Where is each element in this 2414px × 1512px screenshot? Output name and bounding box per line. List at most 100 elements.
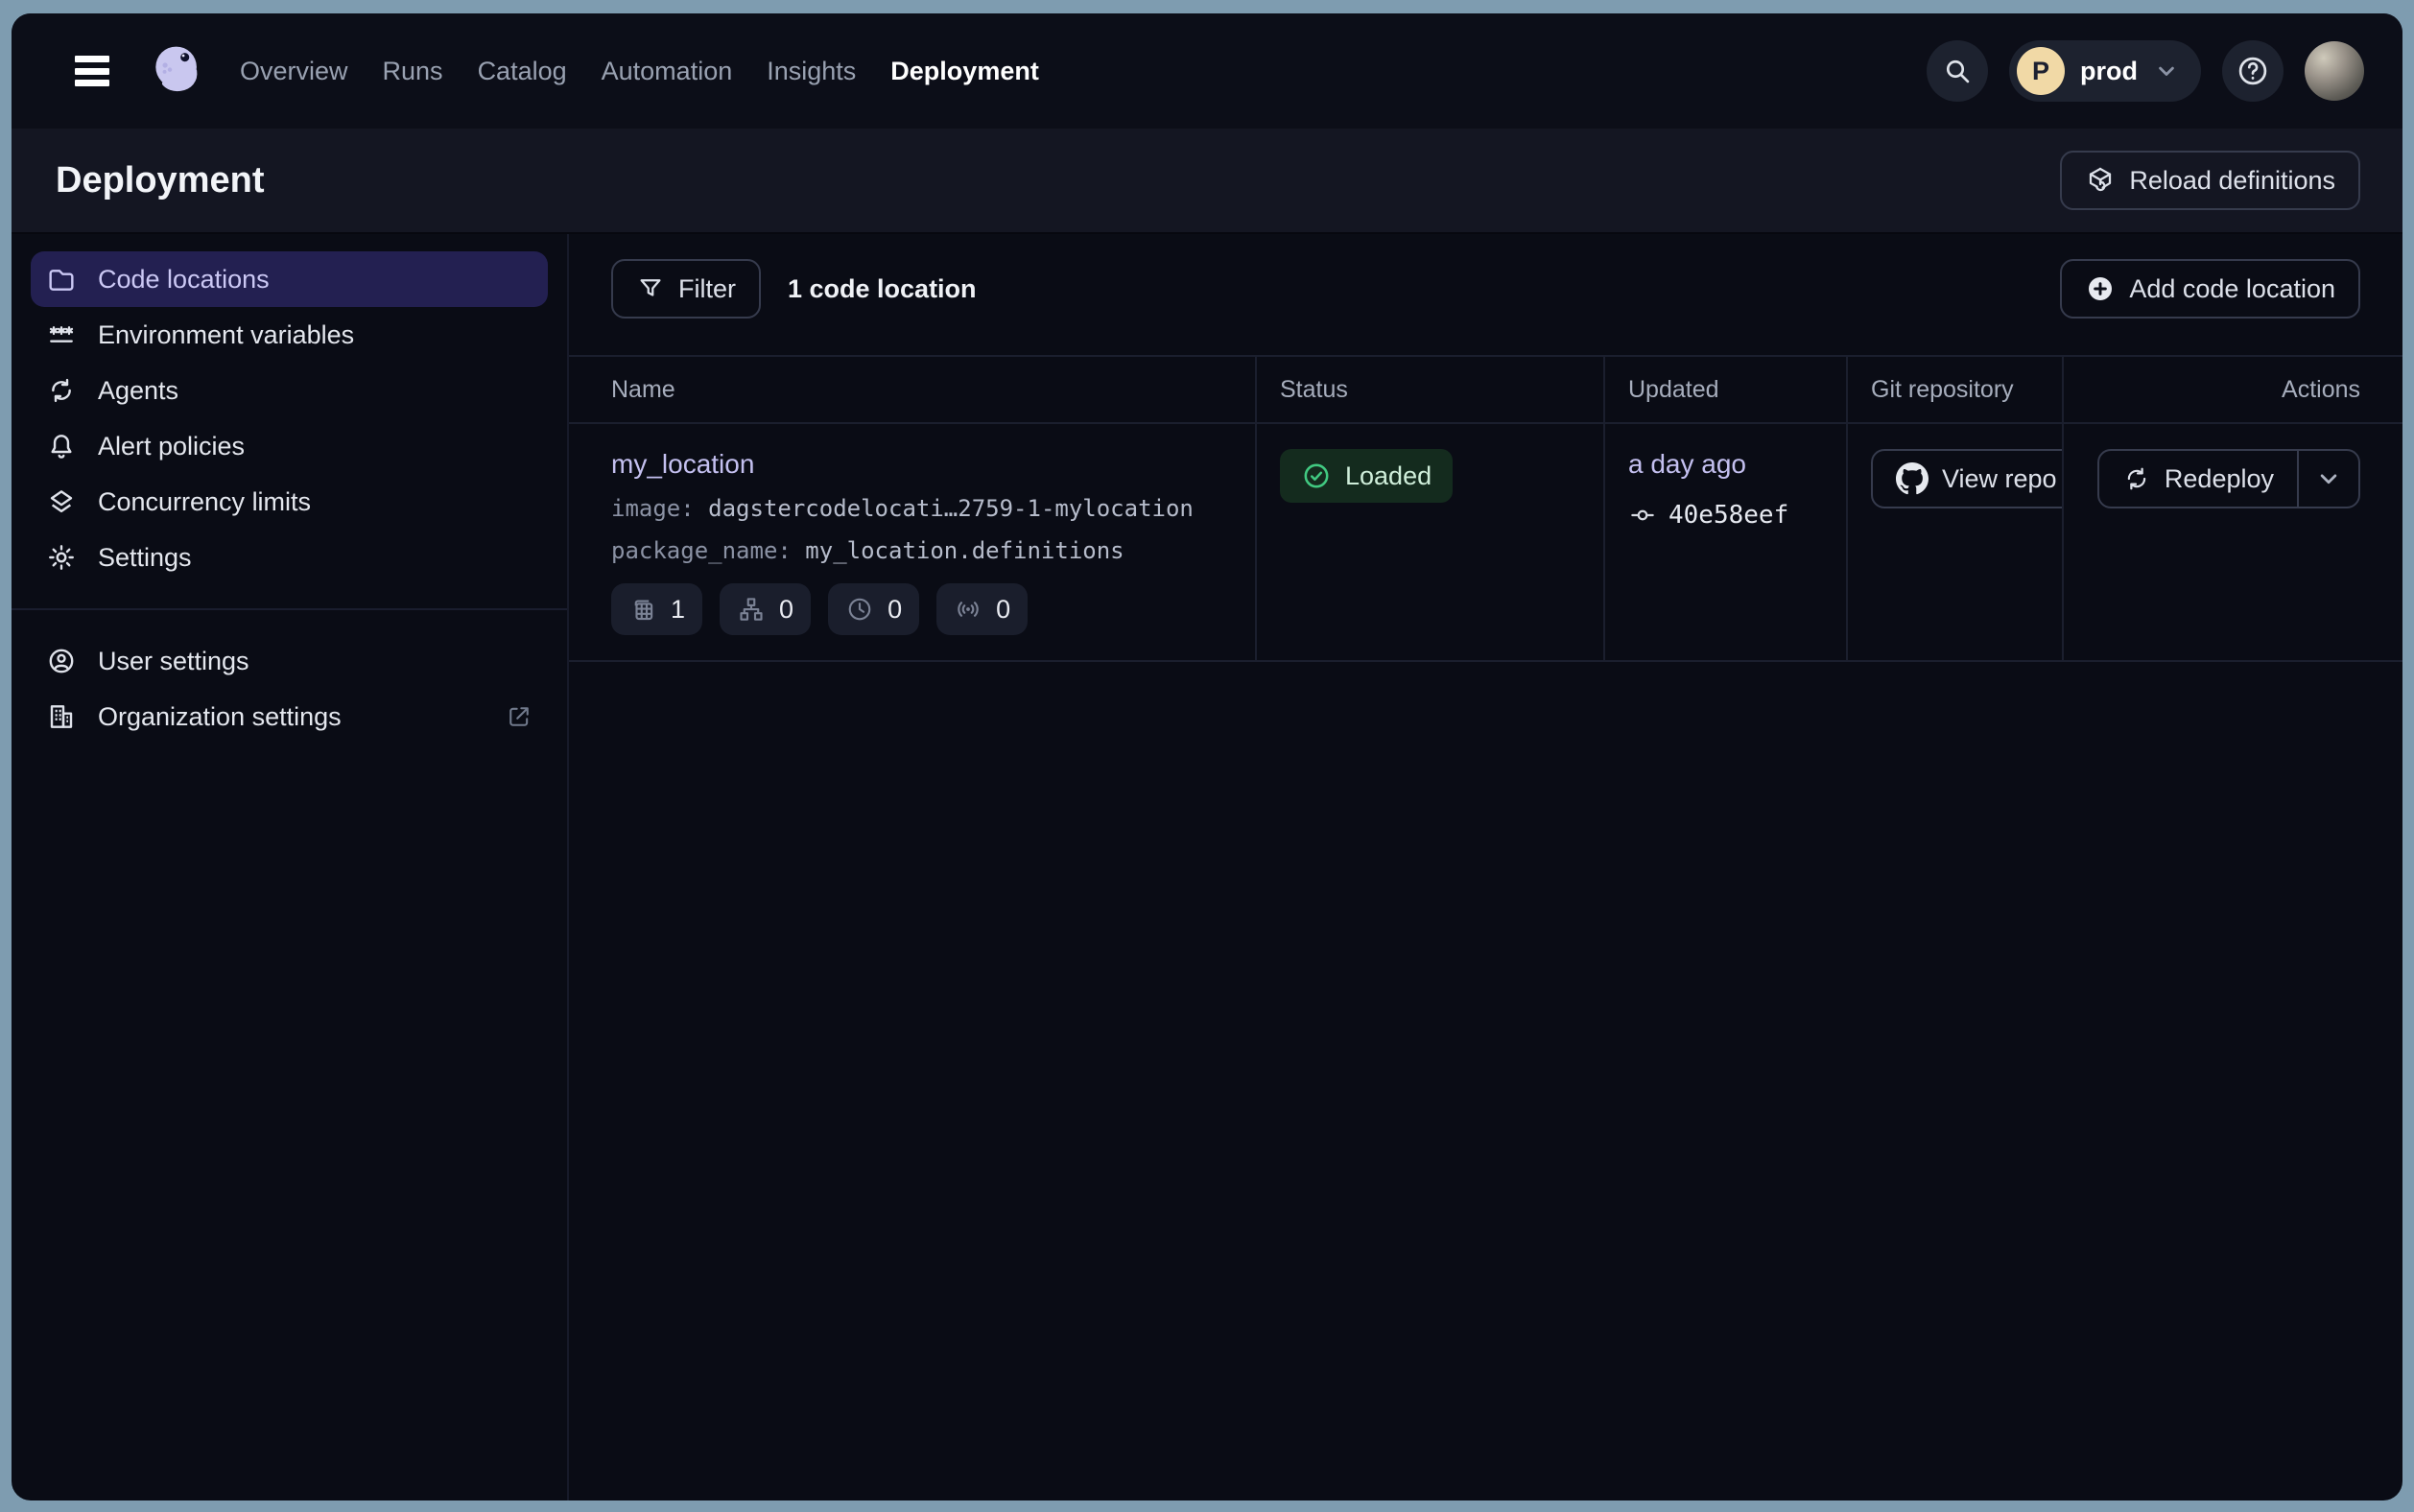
toolbar: Filter 1 code location Add code location <box>611 259 2360 319</box>
nav-item-deployment[interactable]: Deployment <box>890 57 1039 86</box>
code-location-count: 1 code location <box>788 274 977 304</box>
chevron-down-icon <box>2314 464 2343 493</box>
sidebar-item-label: Settings <box>98 543 192 573</box>
sidebar-item-label: Code locations <box>98 265 270 295</box>
plus-circle-icon <box>2085 273 2116 304</box>
table-header-row: Name Status Updated Git repository Actio… <box>569 357 2402 424</box>
search-button[interactable] <box>1927 40 1988 102</box>
sidebar-item-user-settings[interactable]: User settings <box>31 633 548 689</box>
sidebar-item-label: Concurrency limits <box>98 487 311 517</box>
image-value: dagstercodelocati…2759-1-mylocation <box>708 495 1194 522</box>
primary-nav: Overview Runs Catalog Automation Insight… <box>240 57 1039 86</box>
nav-item-automation[interactable]: Automation <box>602 57 733 86</box>
filter-funnel-icon <box>636 274 665 303</box>
external-link-icon <box>506 703 532 730</box>
environment-switcher[interactable]: P prod <box>2009 40 2201 102</box>
nav-item-catalog[interactable]: Catalog <box>478 57 567 86</box>
redeploy-split-button: Redeploy <box>2097 449 2360 508</box>
help-button[interactable] <box>2222 40 2284 102</box>
sidebar-item-label: Agents <box>98 376 178 406</box>
image-label: image: <box>611 495 695 522</box>
column-header-actions: Actions <box>2064 357 2402 422</box>
definition-counts: 1 0 <box>611 583 1232 635</box>
package-label: package_name: <box>611 537 792 564</box>
dagster-logo-icon[interactable] <box>146 39 209 103</box>
sidebar-item-environment-variables[interactable]: Environment variables <box>31 307 548 363</box>
column-header-git-repository: Git repository <box>1848 357 2064 422</box>
nav-item-runs[interactable]: Runs <box>383 57 443 86</box>
main-content: Filter 1 code location Add code location… <box>569 234 2402 1500</box>
assets-count-chip[interactable]: 1 <box>611 583 702 635</box>
sidebar-item-label: User settings <box>98 647 249 676</box>
cell-name: my_location image: dagstercodelocati…275… <box>569 424 1257 660</box>
add-code-location-button[interactable]: Add code location <box>2060 259 2360 319</box>
sensors-count: 0 <box>996 595 1010 625</box>
top-nav: Overview Runs Catalog Automation Insight… <box>12 13 2402 129</box>
view-repo-button[interactable]: View repo <box>1871 449 2064 508</box>
bell-icon <box>46 431 77 461</box>
git-commit-icon <box>1628 501 1657 530</box>
code-locations-table: Name Status Updated Git repository Actio… <box>569 355 2402 662</box>
filter-label: Filter <box>678 274 736 304</box>
page-title: Deployment <box>56 160 264 201</box>
sidebar-item-alert-policies[interactable]: Alert policies <box>31 418 548 474</box>
top-nav-right: P prod <box>1927 40 2364 102</box>
hamburger-menu-icon[interactable] <box>65 50 119 92</box>
jobs-count: 0 <box>779 595 793 625</box>
cell-git-repository: View repo <box>1848 424 2064 660</box>
package-value: my_location.definitions <box>805 537 1124 564</box>
search-icon <box>1942 56 1973 86</box>
sidebar-item-label: Alert policies <box>98 432 245 461</box>
sensors-count-chip[interactable]: 0 <box>936 583 1028 635</box>
column-header-name: Name <box>569 357 1257 422</box>
schedules-count: 0 <box>888 595 902 625</box>
sidebar-item-organization-settings[interactable]: Organization settings <box>31 689 548 744</box>
sidebar-item-concurrency-limits[interactable]: Concurrency limits <box>31 474 548 530</box>
github-icon <box>1896 462 1929 495</box>
agents-icon <box>46 375 77 406</box>
check-circle-icon <box>1301 461 1332 491</box>
assets-icon <box>628 595 657 624</box>
deployment-sidebar: Code locations Environment variables <box>12 234 569 1500</box>
building-icon <box>46 701 77 732</box>
status-label: Loaded <box>1345 461 1432 491</box>
code-location-link[interactable]: my_location <box>611 449 1232 480</box>
image-line: image: dagstercodelocati…2759-1-mylocati… <box>611 495 1232 522</box>
sidebar-item-label: Organization settings <box>98 702 342 732</box>
reload-definitions-button[interactable]: Reload definitions <box>2060 151 2360 210</box>
add-code-location-label: Add code location <box>2129 274 2335 304</box>
nav-item-overview[interactable]: Overview <box>240 57 348 86</box>
redeploy-label: Redeploy <box>2165 464 2274 494</box>
schedules-count-chip[interactable]: 0 <box>828 583 919 635</box>
jobs-count-chip[interactable]: 0 <box>720 583 811 635</box>
reload-definitions-label: Reload definitions <box>2129 166 2335 196</box>
sidebar-item-code-locations[interactable]: Code locations <box>31 251 548 307</box>
sensors-icon <box>954 595 982 624</box>
user-avatar[interactable] <box>2305 41 2364 101</box>
jobs-icon <box>737 595 766 624</box>
sidebar-item-settings[interactable]: Settings <box>31 530 548 585</box>
sidebar-item-label: Environment variables <box>98 320 354 350</box>
cell-actions: Redeploy <box>2064 424 2402 660</box>
chevron-down-icon <box>2153 58 2180 84</box>
folder-icon <box>46 264 77 295</box>
redeploy-more-button[interactable] <box>2297 451 2358 507</box>
redeploy-sync-icon <box>2122 464 2151 493</box>
sidebar-item-agents[interactable]: Agents <box>31 363 548 418</box>
table-row: my_location image: dagstercodelocati…275… <box>569 424 2402 662</box>
redeploy-button[interactable]: Redeploy <box>2099 451 2297 507</box>
nav-item-insights[interactable]: Insights <box>767 57 856 86</box>
column-header-status: Status <box>1257 357 1605 422</box>
user-circle-icon <box>46 646 77 676</box>
view-repo-label: View repo <box>1942 464 2057 494</box>
filter-button[interactable]: Filter <box>611 259 761 319</box>
commit-hash: 40e58eef <box>1668 501 1788 530</box>
schedules-icon <box>845 595 874 624</box>
status-badge: Loaded <box>1280 449 1453 503</box>
page-header: Deployment Reload definitions <box>12 129 2402 234</box>
gear-icon <box>46 542 77 573</box>
sidebar-divider <box>12 608 567 610</box>
package-line: package_name: my_location.definitions <box>611 537 1232 564</box>
updated-time-link[interactable]: a day ago <box>1628 449 1823 480</box>
question-mark-icon <box>2236 54 2270 88</box>
